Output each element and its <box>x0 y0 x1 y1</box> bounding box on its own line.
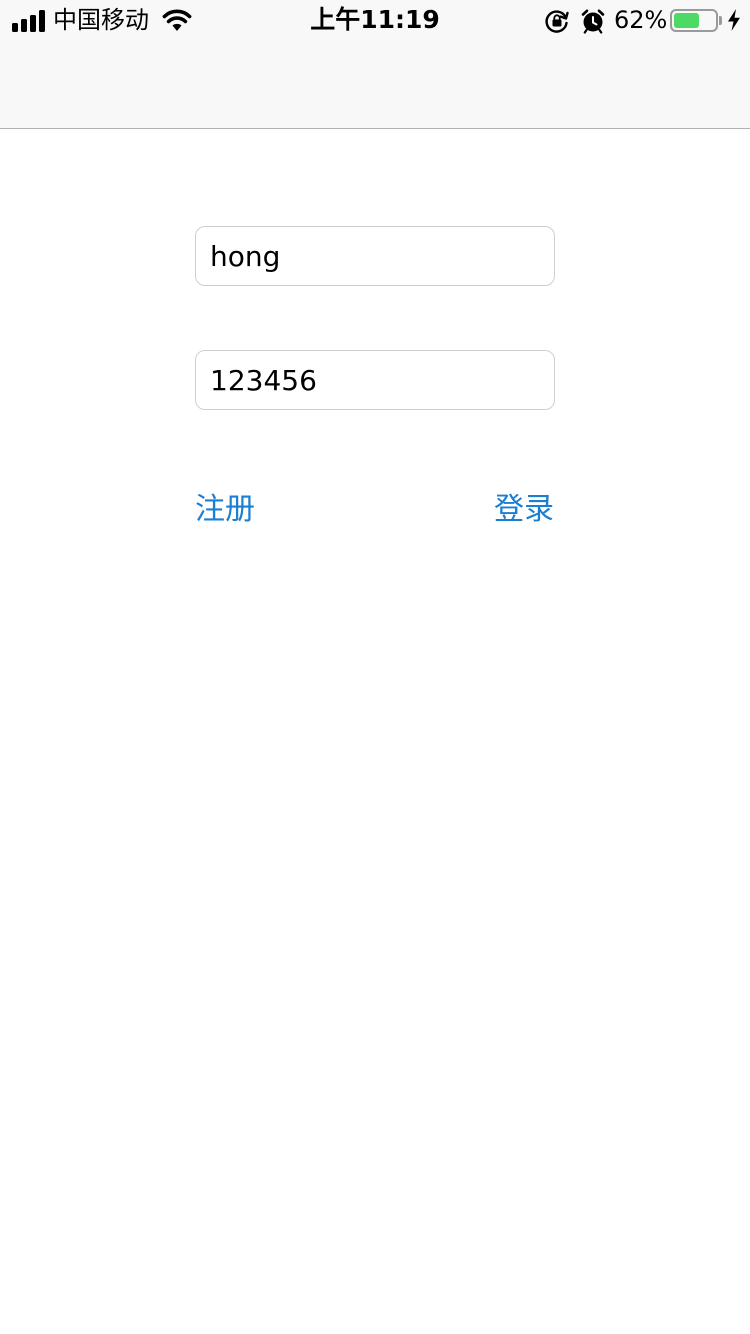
status-bar: 中国移动 上午11:19 62% <box>0 0 750 40</box>
username-input[interactable] <box>195 226 555 286</box>
alarm-icon <box>581 9 605 34</box>
charging-icon <box>728 9 740 31</box>
register-button[interactable]: 注册 <box>195 488 255 532</box>
battery-cap <box>719 16 722 25</box>
top-bar: 中国移动 上午11:19 62% <box>0 0 750 129</box>
battery-percentage: 62% <box>614 6 668 34</box>
battery-level-fill <box>674 13 699 28</box>
orientation-lock-icon <box>545 10 569 33</box>
login-button[interactable]: 登录 <box>494 488 554 532</box>
password-input[interactable] <box>195 350 555 410</box>
battery-icon <box>670 9 718 32</box>
screen: 中国移动 上午11:19 62% hong 123456 注册 登录 <box>0 0 750 1334</box>
